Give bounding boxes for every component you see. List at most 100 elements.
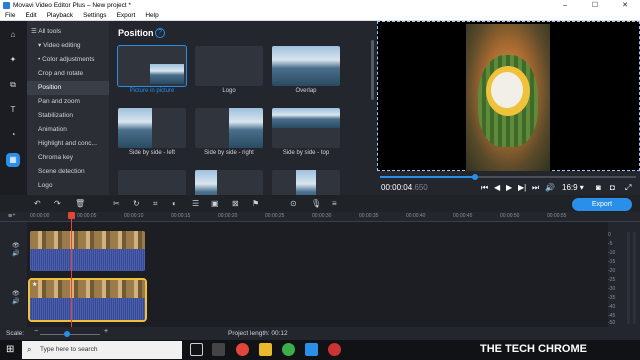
tool-item-scene-detection[interactable]: Scene detection	[27, 165, 109, 179]
rotate-icon[interactable]: ↻	[133, 199, 140, 208]
all-tools-item[interactable]: ☰ All tools	[27, 25, 109, 39]
track-mute-icon[interactable]: 🔊	[12, 250, 19, 257]
location-icon[interactable]: ⊙	[290, 199, 297, 208]
tool-item-logo[interactable]: Logo	[27, 179, 109, 193]
tool-item-animation[interactable]: Animation	[27, 123, 109, 137]
undo-icon[interactable]: ↶	[34, 199, 41, 208]
camera-icon[interactable]: ◘	[610, 183, 615, 192]
playhead[interactable]	[71, 212, 72, 327]
position-panel: Position ? Picture in picture Logo Overl…	[109, 21, 375, 195]
menu-help[interactable]: Help	[145, 12, 158, 19]
more-tools-icon[interactable]: ▦	[6, 153, 20, 167]
import-icon[interactable]: ⌂	[6, 28, 20, 42]
tool-item-pan-and-zoom[interactable]: Pan and zoom	[27, 95, 109, 109]
transitions-icon[interactable]: ⧉	[6, 78, 20, 92]
filters-icon[interactable]: ✦	[6, 53, 20, 67]
aspect-ratio-select[interactable]: 16:9 ▾	[562, 183, 584, 192]
scale-handle[interactable]	[64, 331, 70, 337]
zoom-out-icon[interactable]: −	[34, 328, 38, 335]
preset-side-by-side-top[interactable]	[272, 108, 340, 148]
help-icon[interactable]: ?	[155, 28, 165, 38]
menu-settings[interactable]: Settings	[83, 12, 107, 19]
tool-item-color-adjustments[interactable]: • Color adjustments	[27, 53, 109, 67]
highlight-icon[interactable]: ▣	[211, 199, 219, 208]
menu-edit[interactable]: Edit	[25, 12, 36, 19]
preset-label: Overlap	[295, 88, 317, 94]
transition-icon[interactable]: ⊠	[232, 199, 239, 208]
marker-icon[interactable]: ⚑	[252, 199, 259, 208]
step-back-icon[interactable]: ◀	[494, 183, 500, 192]
color-icon[interactable]: ◐	[172, 199, 177, 208]
settings-icon[interactable]: ≡	[332, 199, 337, 208]
menu-playback[interactable]: Playback	[47, 12, 73, 19]
preset-label: Side by side - left	[128, 150, 176, 156]
movavi-icon[interactable]	[305, 343, 318, 356]
track-headers	[0, 222, 27, 327]
main-clip[interactable]	[28, 278, 147, 322]
clip-thumbnails	[30, 280, 145, 298]
windows-start-icon[interactable]: ⊞	[6, 344, 17, 355]
minimize-button[interactable]: –	[550, 0, 580, 11]
preset-overlap[interactable]	[272, 46, 340, 86]
zoom-in-icon[interactable]: +	[104, 328, 108, 335]
seek-handle[interactable]	[471, 174, 478, 180]
tool-item-highlight-and-conceal[interactable]: Highlight and conc...	[27, 137, 109, 151]
menu-file[interactable]: File	[5, 12, 15, 19]
meter-tick: -25	[608, 277, 616, 283]
overlay-clip[interactable]	[30, 231, 145, 271]
search-icon: ⌕	[27, 345, 32, 354]
scale-slider[interactable]	[40, 334, 100, 335]
task-view-icon[interactable]	[190, 343, 203, 356]
chrome-icon[interactable]	[282, 343, 295, 356]
meter-tick: -15	[608, 259, 616, 265]
maximize-button[interactable]: ☐	[580, 0, 610, 11]
taskbar-search[interactable]: ⌕ Type here to search	[22, 341, 182, 359]
taskbar-app-icon[interactable]	[212, 343, 225, 356]
preset-preview	[195, 170, 217, 195]
tool-item-stabilization[interactable]: Stabilization	[27, 109, 109, 123]
track-mute-icon[interactable]: 🔊	[12, 298, 19, 305]
meter-tick: -35	[608, 295, 616, 301]
stickers-icon[interactable]: ◔	[6, 128, 20, 142]
file-explorer-icon[interactable]	[259, 343, 272, 356]
preset-tile[interactable]	[118, 170, 186, 195]
play-icon[interactable]: ▶	[506, 183, 512, 192]
export-button[interactable]: Export	[572, 198, 632, 211]
fullscreen-icon[interactable]: ⤢	[625, 183, 631, 193]
clip-properties-icon[interactable]: ☰	[192, 199, 199, 208]
redo-icon[interactable]: ↷	[54, 199, 61, 208]
delete-icon[interactable]: 🗑	[75, 199, 85, 208]
preset-tile[interactable]	[195, 170, 263, 195]
preset-side-by-side-left[interactable]	[118, 108, 186, 148]
ruler-tick: 00:00:15	[171, 213, 191, 219]
track-visibility-icon[interactable]: 👁	[12, 290, 20, 297]
playhead-handle[interactable]	[68, 212, 75, 219]
recorder-icon[interactable]	[328, 343, 341, 356]
preset-picture-in-picture[interactable]	[117, 45, 187, 87]
crop-icon[interactable]: ⌗	[153, 199, 158, 209]
panel-scrollbar[interactable]	[371, 40, 374, 100]
preset-preview	[118, 108, 152, 148]
meter-bar-left	[627, 232, 630, 324]
tool-item-video-editing[interactable]: ▾ Video editing	[27, 39, 109, 53]
titles-icon[interactable]: T	[6, 103, 20, 117]
add-track-icon[interactable]: ≡⁺	[8, 212, 16, 220]
menu-export[interactable]: Export	[117, 12, 136, 19]
cut-icon[interactable]: ✂	[113, 199, 120, 208]
tool-item-chroma-key[interactable]: Chroma key	[27, 151, 109, 165]
tool-item-position[interactable]: Position	[27, 81, 109, 95]
preset-tile[interactable]	[272, 170, 340, 195]
close-button[interactable]: ✕	[610, 0, 640, 11]
track-visibility-icon[interactable]: 👁	[12, 242, 20, 249]
step-forward-icon[interactable]: ▶|	[518, 183, 526, 192]
tool-item-crop-and-rotate[interactable]: Crop and rotate	[27, 67, 109, 81]
preset-logo[interactable]	[195, 46, 263, 86]
preset-side-by-side-right[interactable]	[195, 108, 263, 148]
timecode-frac: .650	[412, 183, 428, 192]
snapshot-icon[interactable]: ◙	[596, 183, 601, 192]
volume-icon[interactable]: 🔊	[545, 183, 555, 192]
voiceover-icon[interactable]: 🎙	[311, 199, 321, 208]
opera-icon[interactable]	[236, 343, 249, 356]
skip-start-icon[interactable]: ⏮	[481, 183, 488, 193]
skip-end-icon[interactable]: ⏭	[532, 183, 539, 193]
